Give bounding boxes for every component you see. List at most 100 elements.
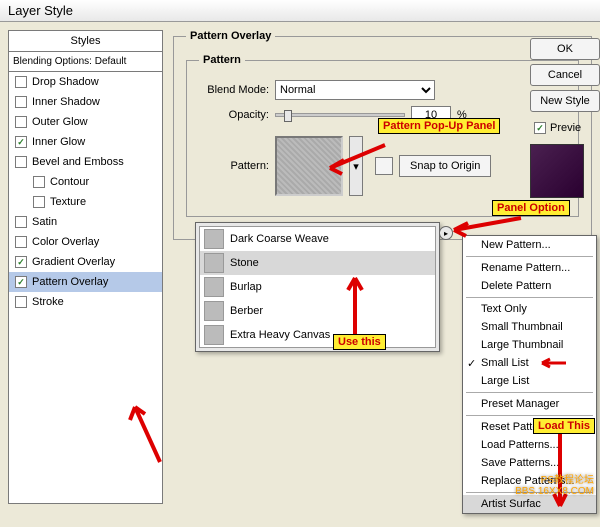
checkbox-icon[interactable]: ✓ [15, 136, 27, 148]
checkbox-icon[interactable] [15, 156, 27, 168]
ok-button[interactable]: OK [530, 38, 600, 60]
arrow-icon [538, 358, 568, 371]
style-item-gradient-overlay[interactable]: ✓ Gradient Overlay [9, 252, 162, 272]
cancel-button[interactable]: Cancel [530, 64, 600, 86]
pattern-thumb-icon [204, 325, 224, 345]
checkbox-icon[interactable] [15, 216, 27, 228]
style-label: Drop Shadow [32, 76, 99, 88]
style-item-inner-shadow[interactable]: Inner Shadow [9, 92, 162, 112]
style-item-inner-glow[interactable]: ✓ Inner Glow [9, 132, 162, 152]
menu-item-label: Preset Manager [481, 398, 559, 410]
blend-mode-select[interactable]: Normal [275, 80, 435, 100]
annotation-use-this: Use this [333, 334, 386, 350]
blending-options-header[interactable]: Blending Options: Default [9, 52, 162, 72]
menu-item-save-patterns-[interactable]: Save Patterns... [463, 454, 596, 472]
style-label: Satin [32, 216, 57, 228]
styles-header[interactable]: Styles [9, 31, 162, 52]
menu-item-label: Small List [481, 357, 529, 369]
menu-item-small-list[interactable]: ✓ Small List [463, 354, 596, 372]
style-label: Color Overlay [32, 236, 99, 248]
menu-item-label: Delete Pattern [481, 280, 551, 292]
checkbox-icon[interactable] [33, 176, 45, 188]
checkbox-icon[interactable] [15, 296, 27, 308]
menu-item-rename-pattern-[interactable]: Rename Pattern... [463, 259, 596, 277]
checkbox-icon[interactable] [15, 116, 27, 128]
menu-item-delete-pattern[interactable]: Delete Pattern [463, 277, 596, 295]
pattern-item-label: Berber [230, 305, 263, 317]
snap-to-origin-button[interactable]: Snap to Origin [399, 155, 491, 177]
style-item-satin[interactable]: Satin [9, 212, 162, 232]
checkbox-icon[interactable] [33, 196, 45, 208]
style-item-outer-glow[interactable]: Outer Glow [9, 112, 162, 132]
style-label: Texture [50, 196, 86, 208]
menu-separator [466, 415, 593, 416]
menu-separator [466, 297, 593, 298]
arrow-icon [340, 270, 370, 343]
menu-item-text-only[interactable]: Text Only [463, 300, 596, 318]
menu-item-large-thumbnail[interactable]: Large Thumbnail [463, 336, 596, 354]
pattern-item[interactable]: Coarse Weave [200, 347, 435, 348]
style-label: Stroke [32, 296, 64, 308]
section-title: Pattern Overlay [186, 30, 275, 42]
new-style-button[interactable]: New Style [530, 90, 600, 112]
dialog-buttons: OK Cancel New Style ✓Previe [530, 38, 600, 198]
menu-item-label: Save Patterns... [481, 457, 559, 469]
pattern-label: Pattern: [199, 160, 269, 172]
annotation-load-this: Load This [533, 418, 595, 434]
menu-item-load-patterns-[interactable]: Load Patterns... [463, 436, 596, 454]
style-label: Inner Shadow [32, 96, 100, 108]
annotation-panel-option: Panel Option [492, 200, 570, 216]
style-item-pattern-overlay[interactable]: ✓Pattern Overlay [9, 272, 162, 292]
check-icon: ✓ [467, 357, 476, 370]
pattern-thumb-icon [204, 277, 224, 297]
menu-separator [466, 392, 593, 393]
pattern-item[interactable]: Dark Coarse Weave [200, 227, 435, 251]
pattern-item[interactable]: Burlap [200, 275, 435, 299]
pattern-list[interactable]: Dark Coarse Weave Stone Burlap Berber Extra … [199, 226, 436, 348]
menu-item-small-thumbnail[interactable]: Small Thumbnail [463, 318, 596, 336]
menu-item-label: Large Thumbnail [481, 339, 563, 351]
style-label: Gradient Overlay [32, 256, 115, 268]
pattern-popup-panel: Dark Coarse Weave Stone Burlap Berber Extra … [195, 222, 440, 352]
menu-item-label: New Pattern... [481, 239, 551, 251]
pattern-item[interactable]: Berber [200, 299, 435, 323]
arrow-icon [120, 392, 170, 465]
pattern-item-label: Extra Heavy Canvas [230, 329, 330, 341]
menu-item-preset-manager[interactable]: Preset Manager [463, 395, 596, 413]
pattern-thumb-icon [204, 253, 224, 273]
opacity-label: Opacity: [199, 109, 269, 121]
checkbox-icon[interactable] [15, 96, 27, 108]
pattern-item-label: Burlap [230, 281, 262, 293]
watermark: PS教程论坛 BBS.16XX8.COM [515, 471, 594, 497]
window-title: Layer Style [0, 0, 600, 22]
menu-item-large-list[interactable]: Large List [463, 372, 596, 390]
style-item-color-overlay[interactable]: Color Overlay [9, 232, 162, 252]
pattern-item-label: Stone [230, 257, 259, 269]
menu-item-artist-surfac[interactable]: Artist Surfac [463, 495, 596, 513]
style-item-bevel-and-emboss[interactable]: Bevel and Emboss [9, 152, 162, 172]
pattern-group: Pattern Blend Mode: Normal Opacity: % Pa… [186, 54, 579, 217]
checkbox-icon[interactable] [15, 76, 27, 88]
blend-mode-label: Blend Mode: [199, 84, 269, 96]
menu-item-label: Load Patterns... [481, 439, 559, 451]
opacity-slider[interactable] [275, 113, 405, 117]
style-item-contour[interactable]: Contour [9, 172, 162, 192]
pattern-item[interactable]: Stone [200, 251, 435, 275]
checkbox-icon[interactable]: ✓ [15, 276, 27, 288]
style-item-stroke[interactable]: Stroke [9, 292, 162, 312]
style-item-texture[interactable]: Texture [9, 192, 162, 212]
menu-item-label: Rename Pattern... [481, 262, 570, 274]
style-label: Outer Glow [32, 116, 88, 128]
style-item-drop-shadow[interactable]: Drop Shadow [9, 72, 162, 92]
pattern-item[interactable]: Extra Heavy Canvas [200, 323, 435, 347]
pattern-item-label: Dark Coarse Weave [230, 233, 329, 245]
arrow-icon [320, 140, 390, 183]
pattern-thumb-icon [204, 301, 224, 321]
preview-checkbox[interactable]: ✓Previe [530, 122, 600, 134]
menu-item-label: Small Thumbnail [481, 321, 563, 333]
checkbox-icon[interactable]: ✓ [15, 256, 27, 268]
style-label: Inner Glow [32, 136, 85, 148]
preview-thumbnail [530, 144, 584, 198]
checkbox-icon[interactable] [15, 236, 27, 248]
arrow-icon [446, 216, 526, 239]
